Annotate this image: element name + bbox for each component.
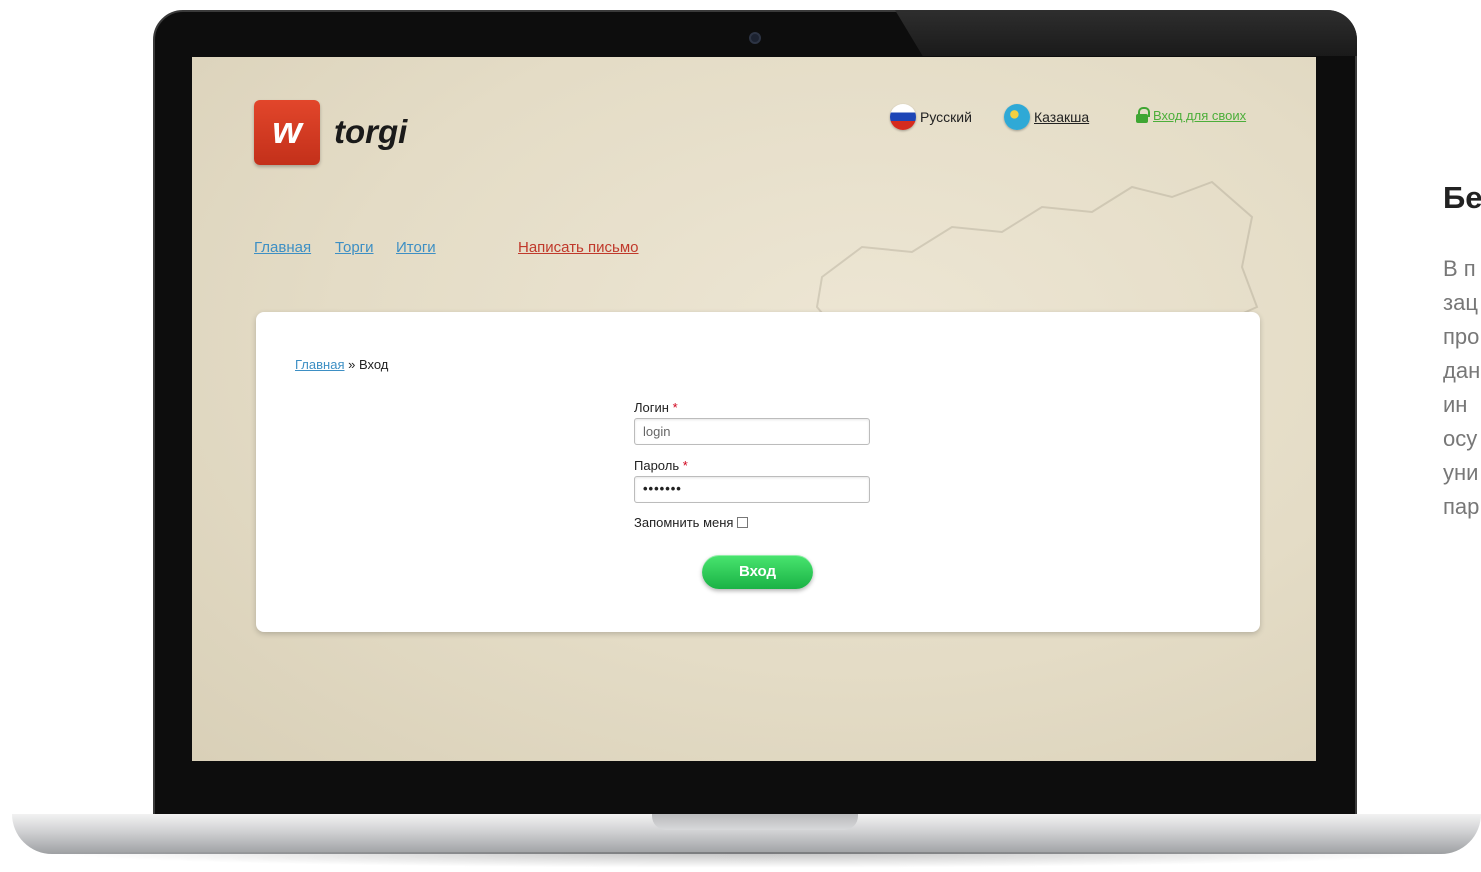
password-label-text: Пароль (634, 458, 680, 473)
remember-me[interactable]: Запомнить меня (634, 515, 749, 530)
nav-write-letter-link[interactable]: Написать письмо (518, 239, 639, 256)
login-label: Логин * (634, 400, 678, 415)
language-russian-label: Русский (920, 109, 972, 125)
login-required-mark: * (668, 400, 678, 415)
side-line: пар (1443, 494, 1480, 519)
language-kazakh-label: Казакша (1034, 109, 1090, 125)
breadcrumb-separator: » (344, 357, 359, 372)
password-required-mark: * (679, 458, 688, 473)
password-label: Пароль * (634, 458, 688, 473)
breadcrumb: Главная » Вход (295, 357, 388, 372)
camera-icon (749, 32, 761, 44)
password-input[interactable]: ••••••• (634, 476, 870, 503)
language-kazakh[interactable]: Казакша (1004, 104, 1089, 130)
side-line: В п (1443, 256, 1476, 281)
side-line: зац (1443, 290, 1478, 315)
side-line: ин (1443, 392, 1468, 417)
logo-text[interactable]: torgi (334, 113, 407, 151)
breadcrumb-current: Вход (358, 357, 389, 372)
russia-flag-icon (890, 104, 916, 130)
login-panel: Главная » Вход Логин * Пароль * ••••••• … (256, 312, 1260, 632)
kazakhstan-flag-icon (1004, 104, 1030, 130)
nav-itogi-link[interactable]: Итоги (396, 239, 436, 256)
breadcrumb-home-link[interactable]: Главная (295, 357, 344, 372)
laptop-shadow (40, 852, 1460, 868)
side-line: про (1443, 324, 1480, 349)
members-login-link[interactable]: Вход для своих (1135, 107, 1246, 123)
side-line: уни (1443, 460, 1479, 485)
nav-torgi-link[interactable]: Торги (335, 239, 374, 256)
side-heading: Бе (1443, 180, 1481, 215)
nav-home-link[interactable]: Главная (254, 239, 311, 256)
members-login-label: Вход для своих (1153, 107, 1247, 123)
checkbox-icon[interactable] (737, 517, 749, 528)
side-line: осу (1443, 426, 1478, 451)
login-input[interactable] (634, 418, 870, 445)
logo-icon[interactable]: w (254, 100, 320, 165)
remember-me-label: Запомнить меня (634, 515, 734, 530)
laptop-notch (652, 814, 858, 830)
side-line: дан (1443, 358, 1481, 383)
lock-icon (1135, 107, 1150, 123)
login-label-text: Логин (634, 400, 669, 415)
login-submit-button[interactable]: Вход (702, 555, 813, 589)
bezel-reflection (895, 10, 1357, 56)
language-russian[interactable]: Русский (890, 104, 972, 130)
side-paragraph: В п зац про дан ин осу уни пар (1443, 252, 1480, 524)
laptop-screen: w torgi Русский Казакша Вход для своих Г… (192, 57, 1316, 761)
